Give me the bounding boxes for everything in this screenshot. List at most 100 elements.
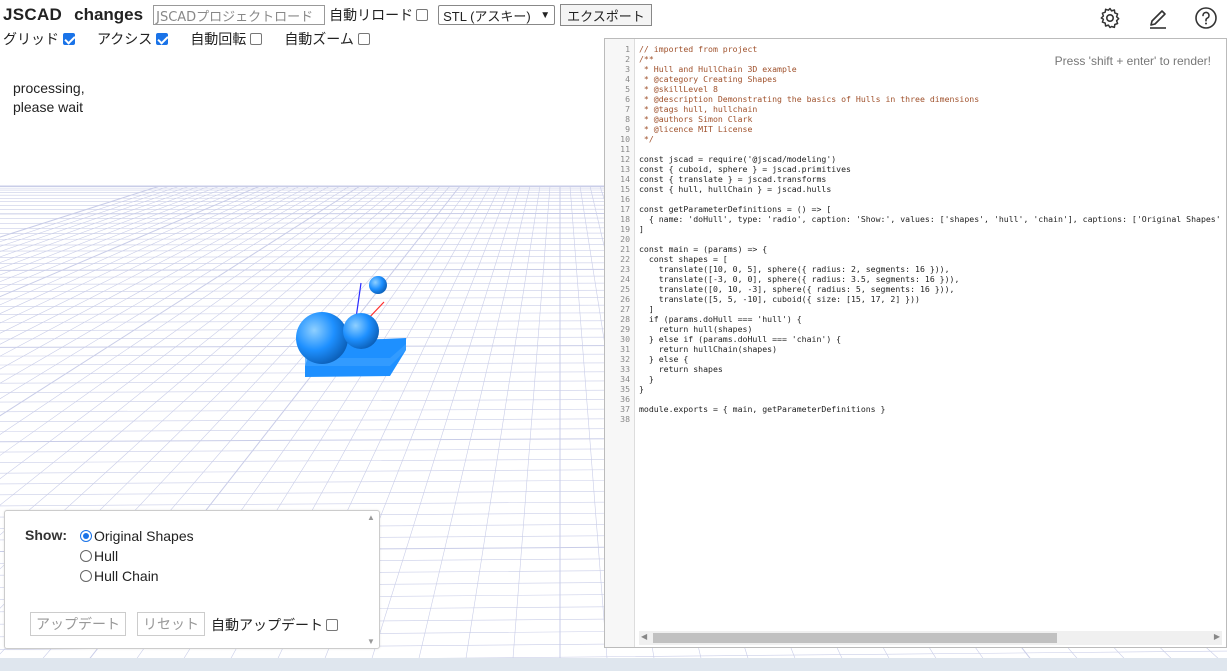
code-line[interactable]: 9 * @licence MIT License — [605, 124, 1226, 134]
radio-option-original-shapes[interactable]: Original Shapes — [80, 528, 194, 544]
code-line[interactable]: 22 const shapes = [ — [605, 254, 1226, 264]
scrollbar-thumb[interactable] — [653, 633, 1057, 643]
code-text: return shapes — [639, 364, 723, 374]
reset-button[interactable]: リセット — [137, 612, 205, 636]
code-line[interactable]: 17 const getParameterDefinitions = () => … — [605, 204, 1226, 214]
code-line[interactable]: 35} — [605, 384, 1226, 394]
scroll-down-icon[interactable]: ▼ — [367, 637, 375, 646]
code-line[interactable]: 24 translate([-3, 0, 0], sphere({ radius… — [605, 274, 1226, 284]
code-line[interactable]: 21 const main = (params) => { — [605, 244, 1226, 254]
code-line[interactable]: 8 * @authors Simon Clark — [605, 114, 1226, 124]
line-number: 37 — [620, 404, 630, 414]
code-text: translate([5, 5, -10], cuboid({ size: [1… — [639, 294, 920, 304]
code-line[interactable]: 20 — [605, 234, 1226, 244]
export-format-select[interactable]: STL (アスキー) ▼ — [438, 5, 556, 25]
auto-update-toggle[interactable]: 自動アップデート — [211, 615, 338, 635]
view-options: グリッド アクシス 自動回転 自動ズーム — [3, 29, 392, 49]
code-text: const jscad = require('@jscad/modeling') — [639, 154, 837, 164]
project-load-input[interactable]: JSCADプロジェクトロード — [153, 5, 326, 25]
status-line-1: processing, — [13, 80, 85, 96]
code-text: const { cuboid, sphere } = jscad.primiti… — [639, 164, 851, 174]
code-line[interactable]: 18 { name: 'doHull', type: 'radio', capt… — [605, 214, 1226, 224]
code-line[interactable]: 1 // imported from project — [605, 44, 1226, 54]
top-right-icons — [1075, 5, 1219, 31]
code-line[interactable]: 23 translate([10, 0, 5], sphere({ radius… — [605, 264, 1226, 274]
auto-reload-checkbox[interactable] — [416, 9, 429, 21]
code-line[interactable]: 34 } — [605, 374, 1226, 384]
code-line[interactable]: 14 const { translate } = jscad.transforms — [605, 174, 1226, 184]
code-line[interactable]: 28 if (params.doHull === 'hull') { — [605, 314, 1226, 324]
radio-button[interactable] — [80, 550, 92, 562]
code-line[interactable]: 27 ] — [605, 304, 1226, 314]
project-name: changes — [74, 5, 144, 24]
code-line[interactable]: 16 — [605, 194, 1226, 204]
code-text: translate([10, 0, 5], sphere({ radius: 2… — [639, 264, 950, 274]
horizontal-scrollbar[interactable]: ◀ ▶ — [639, 631, 1222, 645]
code-line[interactable]: 12 const jscad = require('@jscad/modeling… — [605, 154, 1226, 164]
line-number: 34 — [620, 374, 630, 384]
autozoom-checkbox[interactable] — [357, 33, 370, 45]
scroll-up-icon[interactable]: ▲ — [367, 513, 375, 522]
radio-button[interactable] — [80, 530, 92, 542]
code-line[interactable]: 32 } else { — [605, 354, 1226, 364]
line-number: 4 — [625, 74, 630, 84]
medium-sphere — [343, 313, 379, 349]
code-line[interactable]: 7 * @tags hull, hullchain — [605, 104, 1226, 114]
panel-scrollbar[interactable]: ▲ ▼ — [367, 513, 377, 646]
export-button[interactable]: エクスポート — [560, 4, 652, 26]
gear-icon[interactable] — [1097, 5, 1123, 31]
line-number: 2 — [625, 54, 630, 64]
auto-update-label: 自動アップデート — [211, 617, 323, 633]
code-line[interactable]: 19] — [605, 224, 1226, 234]
auto-update-checkbox[interactable] — [326, 619, 338, 631]
radio-button[interactable] — [80, 570, 92, 582]
code-line[interactable]: 15 const { hull, hullChain } = jscad.hull… — [605, 184, 1226, 194]
code-line[interactable]: 25 translate([0, 10, -3], sphere({ radiu… — [605, 284, 1226, 294]
line-number: 9 — [625, 124, 630, 134]
code-text: * @description Demonstrating the basics … — [639, 94, 980, 104]
code-text: * Hull and HullChain 3D example — [639, 64, 797, 74]
code-text: * @tags hull, hullchain — [639, 104, 758, 114]
line-number: 5 — [625, 84, 630, 94]
code-line[interactable]: 4 * @category Creating Shapes — [605, 74, 1226, 84]
help-icon[interactable] — [1193, 5, 1219, 31]
pencil-icon[interactable] — [1145, 5, 1171, 31]
line-number: 27 — [620, 304, 630, 314]
line-number: 7 — [625, 104, 630, 114]
code-line[interactable]: 13 const { cuboid, sphere } = jscad.primi… — [605, 164, 1226, 174]
code-editor[interactable]: 1 // imported from project 2 /** 3 * Hull an… — [604, 38, 1227, 648]
app-title: JSCAD — [3, 5, 63, 24]
line-number: 25 — [620, 284, 630, 294]
large-sphere — [296, 312, 348, 364]
code-line[interactable]: 29 return hull(shapes) — [605, 324, 1226, 334]
line-number: 14 — [620, 174, 630, 184]
code-text: const main = (params) => { — [639, 244, 768, 254]
small-sphere — [369, 276, 387, 294]
axes-checkbox[interactable] — [156, 33, 169, 45]
code-line[interactable]: 26 translate([5, 5, -10], cuboid({ size:… — [605, 294, 1226, 304]
update-button[interactable]: アップデート — [30, 612, 126, 636]
scroll-left-icon[interactable]: ◀ — [641, 632, 647, 641]
code-text: const shapes = [ — [639, 254, 728, 264]
code-line[interactable]: 5 * @skillLevel 8 — [605, 84, 1226, 94]
radio-option-hull-chain[interactable]: Hull Chain — [80, 568, 159, 584]
code-line[interactable]: 31 return hullChain(shapes) — [605, 344, 1226, 354]
line-number: 29 — [620, 324, 630, 334]
code-line[interactable]: 11 — [605, 144, 1226, 154]
code-line[interactable]: 38 — [605, 414, 1226, 424]
autorotate-checkbox[interactable] — [250, 33, 263, 45]
code-line[interactable]: 37 module.exports = { main, getParameterD… — [605, 404, 1226, 414]
grid-checkbox[interactable] — [63, 33, 75, 45]
code-content[interactable]: 1 // imported from project 2 /** 3 * Hull an… — [605, 44, 1226, 424]
line-number: 33 — [620, 364, 630, 374]
scroll-right-icon[interactable]: ▶ — [1214, 632, 1220, 641]
line-number: 21 — [620, 244, 630, 254]
code-line[interactable]: 30 } else if (params.doHull === 'chain')… — [605, 334, 1226, 344]
autorotate-label: 自動回転 — [190, 31, 247, 47]
code-line[interactable]: 10 */ — [605, 134, 1226, 144]
code-line[interactable]: 36 — [605, 394, 1226, 404]
autozoom-label: 自動ズーム — [284, 31, 354, 47]
code-line[interactable]: 33 return shapes — [605, 364, 1226, 374]
radio-option-hull[interactable]: Hull — [80, 548, 118, 564]
code-line[interactable]: 6 * @description Demonstrating the basic… — [605, 94, 1226, 104]
